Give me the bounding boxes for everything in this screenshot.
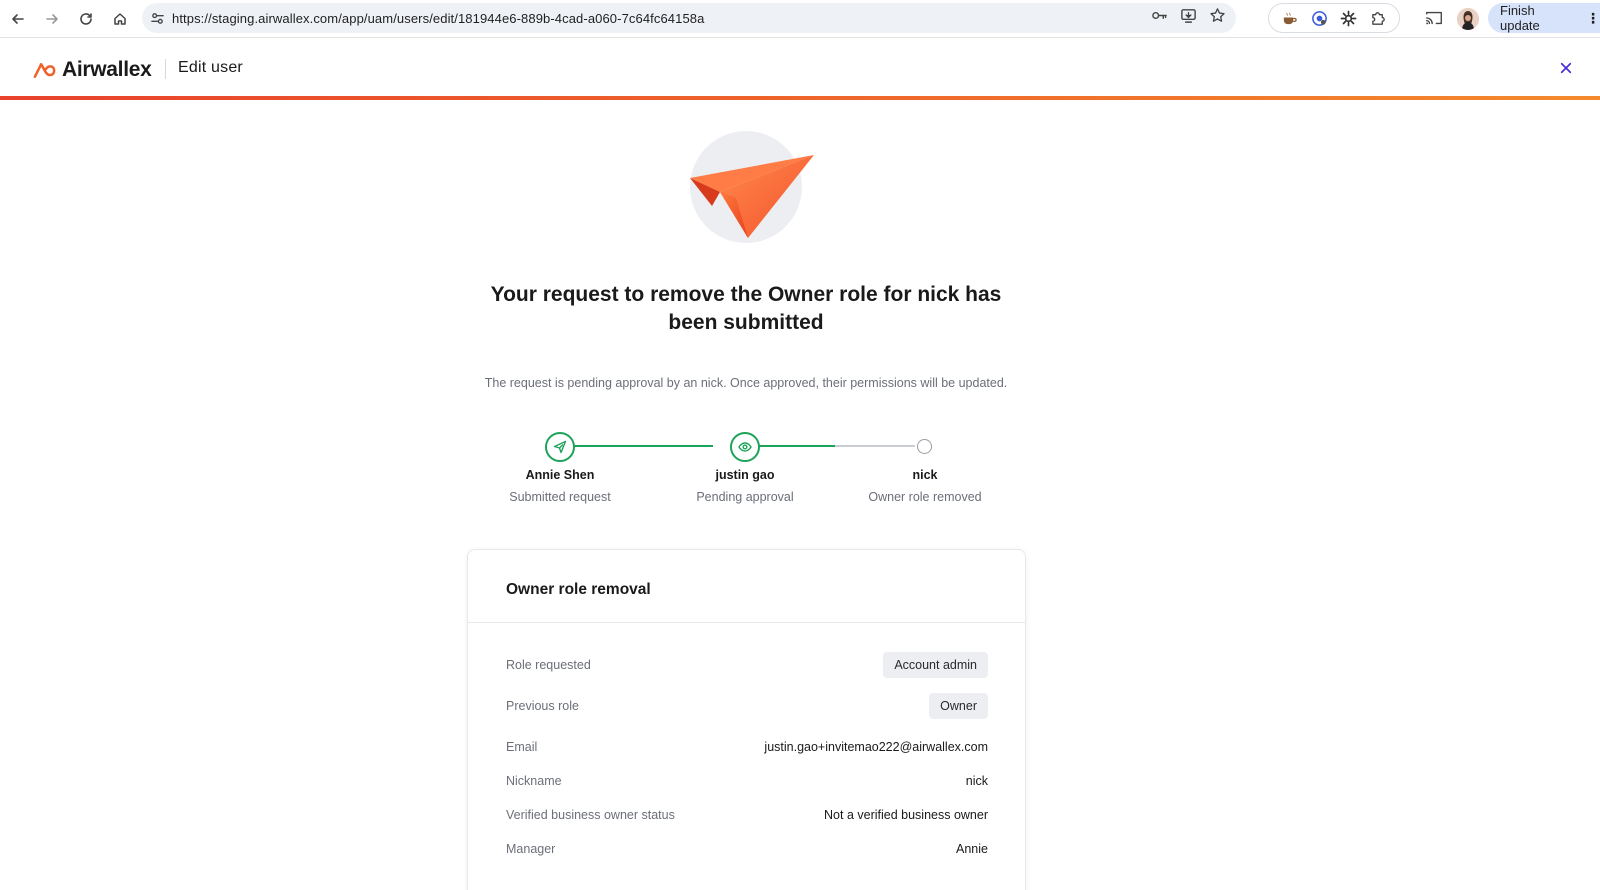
manager-value: Annie xyxy=(956,842,988,856)
header-accent-bar xyxy=(0,96,1600,100)
detail-label: Nickname xyxy=(506,774,562,788)
logo-text: Airwallex xyxy=(62,58,152,81)
detail-label: Role requested xyxy=(506,658,591,672)
finish-update-button[interactable]: Finish update ⋮ xyxy=(1488,3,1600,33)
detail-row-verified-owner-status: Verified business owner status Not a ver… xyxy=(506,808,988,822)
owner-role-removal-card: Owner role removal Role requested Accoun… xyxy=(467,549,1026,890)
approval-stepper: Annie Shen Submitted request justin gao … xyxy=(450,430,1050,510)
forward-icon[interactable] xyxy=(36,3,68,35)
close-icon[interactable] xyxy=(1555,57,1577,79)
detail-row-email: Email justin.gao+invitemao222@airwallex.… xyxy=(506,740,988,754)
detail-row-previous-role: Previous role Owner xyxy=(506,693,988,719)
finish-update-label: Finish update xyxy=(1500,3,1540,33)
paper-plane-illustration-icon xyxy=(690,155,814,238)
role-requested-badge: Account admin xyxy=(883,652,988,678)
verified-owner-status-value: Not a verified business owner xyxy=(824,808,988,822)
airwallex-logo: Airwallex xyxy=(33,58,152,82)
settings-extension-icon[interactable] xyxy=(1339,8,1359,28)
cast-icon[interactable] xyxy=(1424,8,1446,30)
step-2-status: Pending approval xyxy=(696,490,794,504)
password-key-icon[interactable] xyxy=(1151,7,1168,29)
address-bar[interactable]: https://staging.airwallex.com/app/uam/us… xyxy=(142,3,1236,33)
site-settings-icon[interactable] xyxy=(142,3,172,33)
email-value: justin.gao+invitemao222@airwallex.com xyxy=(764,740,988,754)
step-2-name: justin gao xyxy=(715,468,775,482)
extensions-group xyxy=(1268,3,1400,33)
eye-icon xyxy=(730,432,760,462)
address-bar-actions xyxy=(1151,3,1226,33)
stepper-line-remaining xyxy=(835,445,915,447)
detail-label: Manager xyxy=(506,842,556,856)
privacy-extension-icon[interactable] xyxy=(1309,8,1329,28)
page-title: Edit user xyxy=(178,59,243,76)
reload-icon[interactable] xyxy=(70,3,102,35)
card-divider xyxy=(468,622,1025,623)
extensions-puzzle-icon[interactable] xyxy=(1368,8,1388,28)
coffee-extension-icon[interactable] xyxy=(1280,8,1300,28)
step-1-status: Submitted request xyxy=(509,490,611,504)
card-title: Owner role removal xyxy=(506,581,651,598)
step-3-name: nick xyxy=(912,468,938,482)
airwallex-logo-icon xyxy=(33,62,56,78)
app-header: Airwallex Edit user xyxy=(0,39,1600,97)
browser-menu-icon[interactable]: ⋮ xyxy=(1586,10,1600,27)
confirmation-subtext: The request is pending approval by an ni… xyxy=(484,376,1008,390)
detail-row-manager: Manager Annie xyxy=(506,842,988,856)
detail-label: Previous role xyxy=(506,699,579,713)
browser-nav-group xyxy=(2,3,136,35)
home-icon[interactable] xyxy=(104,3,136,35)
step-1-name: Annie Shen xyxy=(525,468,595,482)
empty-circle-icon xyxy=(917,439,932,454)
detail-label: Email xyxy=(506,740,538,754)
profile-avatar[interactable] xyxy=(1457,8,1479,30)
install-app-icon[interactable] xyxy=(1180,7,1197,29)
nickname-value: nick xyxy=(965,774,988,788)
back-icon[interactable] xyxy=(2,3,34,35)
detail-label: Verified business owner status xyxy=(506,808,675,822)
detail-row-role-requested: Role requested Account admin xyxy=(506,652,988,678)
step-3-status: Owner role removed xyxy=(868,490,982,504)
detail-row-nickname: Nickname nick xyxy=(506,774,988,788)
previous-role-badge: Owner xyxy=(929,693,988,719)
paper-plane-icon xyxy=(545,432,575,462)
confirmation-headline: Your request to remove the Owner role fo… xyxy=(490,283,1002,334)
browser-toolbar: https://staging.airwallex.com/app/uam/us… xyxy=(0,0,1600,38)
stepper-line-completed xyxy=(560,445,713,447)
header-divider xyxy=(165,59,166,79)
address-url[interactable]: https://staging.airwallex.com/app/uam/us… xyxy=(172,11,704,26)
bookmark-star-icon[interactable] xyxy=(1209,7,1226,29)
